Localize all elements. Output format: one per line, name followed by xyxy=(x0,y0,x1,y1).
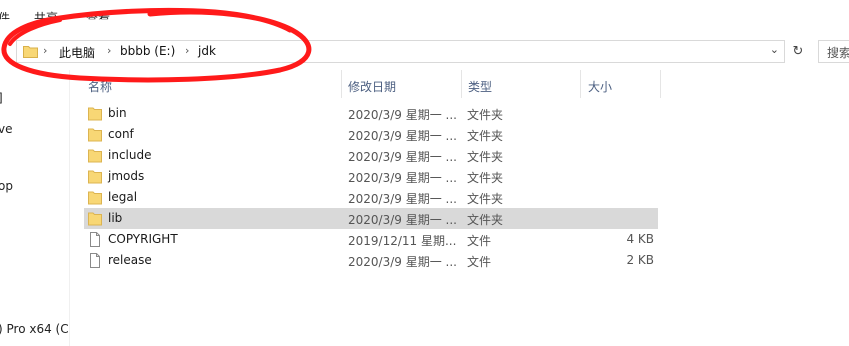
file-type: 文件夹 xyxy=(467,192,504,206)
file-date: 2020/3/9 星期一 ... xyxy=(348,108,457,122)
file-name: bin xyxy=(108,106,127,120)
navigation-pane: ] ve op ) Pro x64 (C xyxy=(0,70,70,346)
file-name: jmods xyxy=(108,169,145,183)
file-icon xyxy=(90,232,100,247)
chevron-down-icon[interactable]: ⌄ xyxy=(770,43,779,56)
folder-icon xyxy=(23,46,38,58)
file-row-lib[interactable]: lib 2020/3/9 星期一 ... 文件夹 xyxy=(84,208,658,229)
file-name: legal xyxy=(108,190,138,204)
file-date: 2020/3/9 星期一 ... xyxy=(348,171,457,185)
ribbon-tab-share[interactable]: 共享 xyxy=(34,9,58,19)
column-headers: 名称 修改日期 类型 大小 xyxy=(70,70,849,98)
file-row-bin[interactable]: bin 2020/3/9 星期一 ... 文件夹 xyxy=(84,103,658,124)
file-type: 文件 xyxy=(467,255,492,269)
column-divider[interactable] xyxy=(461,70,462,98)
file-date: 2020/3/9 星期一 ... xyxy=(348,255,457,269)
folder-icon xyxy=(88,128,102,142)
file-date: 2019/12/11 星期... xyxy=(348,234,457,248)
breadcrumb-jdk[interactable]: jdk xyxy=(198,44,216,58)
chevron-right-icon[interactable]: › xyxy=(43,44,47,57)
nav-item[interactable]: ] xyxy=(0,91,3,105)
folder-icon xyxy=(88,212,102,226)
file-row-copyright[interactable]: COPYRIGHT 2019/12/11 星期... 文件 4 KB xyxy=(84,229,658,250)
folder-icon xyxy=(88,107,102,121)
address-bar[interactable]: › 此电脑 › bbbb (E:) › jdk ⌄ xyxy=(16,40,785,63)
file-date: 2020/3/9 星期一 ... xyxy=(348,213,457,227)
file-name: lib xyxy=(108,211,123,225)
ribbon-tab-file[interactable]: 件 xyxy=(0,9,10,19)
nav-item[interactable]: ve xyxy=(0,122,12,136)
breadcrumb-drive[interactable]: bbbb (E:) xyxy=(120,44,175,58)
file-size: 2 KB xyxy=(626,253,654,267)
file-row-conf[interactable]: conf 2020/3/9 星期一 ... 文件夹 xyxy=(84,124,658,145)
file-date: 2020/3/9 星期一 ... xyxy=(348,150,457,164)
file-name: COPYRIGHT xyxy=(108,232,178,246)
file-name: conf xyxy=(108,127,134,141)
file-date: 2020/3/9 星期一 ... xyxy=(348,129,457,143)
file-row-include[interactable]: include 2020/3/9 星期一 ... 文件夹 xyxy=(84,145,658,166)
file-list: bin 2020/3/9 星期一 ... 文件夹 conf 2020/3/9 星… xyxy=(84,103,658,273)
folder-icon xyxy=(88,170,102,184)
column-header-type[interactable]: 类型 xyxy=(468,78,492,95)
file-row-legal[interactable]: legal 2020/3/9 星期一 ... 文件夹 xyxy=(84,187,658,208)
breadcrumb-this-pc[interactable]: 此电脑 xyxy=(59,44,95,61)
file-row-jmods[interactable]: jmods 2020/3/9 星期一 ... 文件夹 xyxy=(84,166,658,187)
file-date: 2020/3/9 星期一 ... xyxy=(348,192,457,206)
file-type: 文件 xyxy=(467,234,492,248)
search-input[interactable]: 搜索 xyxy=(818,40,849,63)
refresh-icon[interactable]: ↻ xyxy=(788,40,808,63)
file-icon xyxy=(90,253,100,268)
file-size: 4 KB xyxy=(626,232,654,246)
file-type: 文件夹 xyxy=(467,213,504,227)
ribbon-tabs: 件 共享 查看 xyxy=(0,0,849,34)
column-divider[interactable] xyxy=(580,70,581,98)
search-placeholder: 搜索 xyxy=(827,46,849,60)
file-row-release[interactable]: release 2020/3/9 星期一 ... 文件 2 KB xyxy=(84,250,658,271)
file-type: 文件夹 xyxy=(467,150,504,164)
nav-item-drive-c[interactable]: ) Pro x64 (C xyxy=(0,322,69,336)
file-name: release xyxy=(108,253,152,267)
file-type: 文件夹 xyxy=(467,129,504,143)
nav-item[interactable]: op xyxy=(0,179,13,193)
chevron-right-icon[interactable]: › xyxy=(185,44,189,57)
column-header-size[interactable]: 大小 xyxy=(588,78,612,95)
column-divider[interactable] xyxy=(341,70,342,98)
file-type: 文件夹 xyxy=(467,171,504,185)
column-divider[interactable] xyxy=(660,70,661,98)
file-type: 文件夹 xyxy=(467,108,504,122)
chevron-right-icon[interactable]: › xyxy=(107,44,111,57)
folder-icon xyxy=(88,191,102,205)
file-name: include xyxy=(108,148,152,162)
folder-icon xyxy=(88,149,102,163)
column-header-name[interactable]: 名称 xyxy=(88,78,112,95)
address-row: › 此电脑 › bbbb (E:) › jdk ⌄ ↻ 搜索 xyxy=(0,36,849,68)
ribbon-tab-view[interactable]: 查看 xyxy=(86,9,110,19)
column-header-date[interactable]: 修改日期 xyxy=(348,78,396,95)
